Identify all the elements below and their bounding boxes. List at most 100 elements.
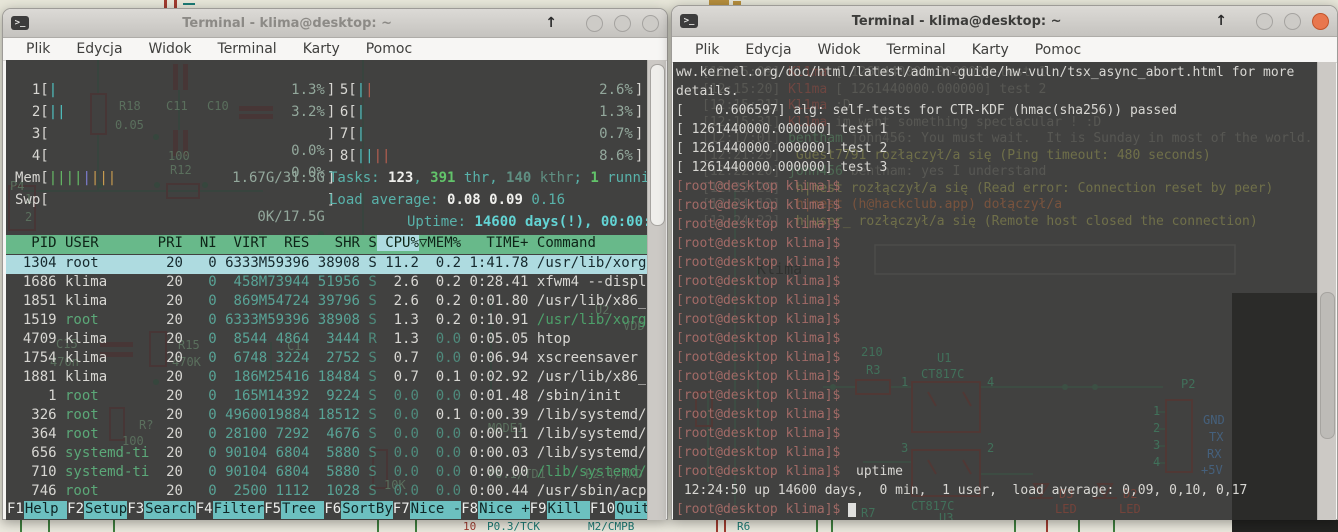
process-row-656[interactable]: 656systemd-ti2009010468045880S0.00.00:00… [6,445,648,464]
schematic-label: +5V [1201,463,1223,477]
menu-item-karty[interactable]: Karty [292,41,351,57]
meter-part: [ [40,192,48,208]
menu-item-widok[interactable]: Widok [807,42,872,58]
schematic-label: 4 [987,375,994,389]
cell-user: klima [57,331,150,347]
fkey-F5[interactable]: F5Tree [264,501,324,519]
cell-ni: 0 [183,369,217,385]
process-row-1[interactable]: 1root200165M143929224S0.00.00:01.48/sbin… [6,388,648,407]
htop-terminal-content[interactable]: R180.05C11C10100R12P412R15470KC15470nC1R… [6,60,651,520]
process-row-1754[interactable]: 1754klima200674832242752S0.70.00:06.94xs… [6,350,648,369]
process-table-header[interactable]: PIDUSERPRINIVIRTRESSHRSCPU%▽MEM%TIME+Com… [6,235,648,254]
process-row-1851[interactable]: 1851klima200869M5472439796S2.60.20:01.80… [6,293,648,312]
cell-pri: 20 [149,388,183,404]
fkey-F1[interactable]: F1Help [7,501,67,519]
right-terminal-scrollbar[interactable] [1317,62,1336,520]
rollup-arrow-icon[interactable]: ↑ [1215,13,1227,29]
cell-pid: 364 [6,426,57,442]
cell-cpu: 1.3 [377,331,419,347]
cell-s: S [360,407,377,423]
process-row-1881[interactable]: 1881klima200186M2541618484S0.70.10:02.92… [6,369,648,388]
schematic-label: 1 [1153,404,1160,418]
menu-item-widok[interactable]: Widok [138,41,203,57]
terminal-line: [root@desktop klima]$ [676,197,840,214]
dark-window-corner [1232,520,1338,532]
terminal-icon: >_ [11,16,29,30]
fkey-F3[interactable]: F3Search [127,501,195,519]
cell-cpu: 0.0 [377,388,419,404]
text-segment: [root@desktop klima]$ [676,369,840,384]
terminal-line: [ 1261440000.000000] test 3 [676,159,887,176]
meter-part: [ [40,170,48,186]
menu-item-pomoc[interactable]: Pomoc [355,41,423,57]
sort-indicator-icon: ▽ [419,235,427,251]
cell-ni: 0 [183,350,217,366]
process-row-746[interactable]: 746root200250011121028S0.00.00:00.44/usr… [6,483,648,502]
fkey-F7[interactable]: F7Nice - [393,501,461,519]
fkey-F10[interactable]: F10Quit [590,501,650,519]
cell-pid: 746 [6,483,57,499]
fkey-F8[interactable]: F8Nice + [461,501,529,519]
text-segment: [ 1261440000.000000] test 3 [676,160,887,175]
text-segment: [root@desktop klima]$ [676,445,840,460]
right-titlebar[interactable]: >_ Terminal - klima@desktop: ~ ↑ [672,6,1337,37]
text-segment: [root@desktop klima]$ [676,464,840,479]
schematic-label: 3 [901,441,908,455]
cell-cpu: 0.0 [377,483,419,499]
close-button[interactable] [1312,13,1329,30]
meter-8: 8[||||8.6%] [323,148,643,165]
fkey-F6[interactable]: F6SortBy [324,501,392,519]
minimize-button[interactable] [1256,13,1273,30]
minimize-button[interactable] [586,15,603,32]
fkey-F4[interactable]: F4Filter [196,501,264,519]
desktop: P0.3/TCKM2/CMPBR610 >_ Terminal - klima@… [0,0,1338,532]
process-row-710[interactable]: 710systemd-ti2009010468045880S0.00.00:00… [6,464,648,483]
left-titlebar[interactable]: >_ Terminal - klima@desktop: ~ ↑ [3,9,667,38]
text-segment: [ 0.606597] alg: self-tests for CTR-KDF … [676,103,1177,118]
cell-pid: 1754 [6,350,57,366]
cell-user: root [57,312,150,328]
fkey-number: F8 [461,501,478,519]
fkey-F9[interactable]: F9Kill [530,501,590,519]
cell-shr: 51956 [309,274,360,290]
fkey-F2[interactable]: F2Setup [67,501,127,519]
meter-part: Swp [15,192,40,209]
menu-item-plik[interactable]: Plik [15,41,61,57]
cell-cmd: Command [528,235,595,251]
cell-user: systemd-ti [57,464,150,480]
process-row-4709[interactable]: 4709klima200854448643444R1.30.00:05.05ht… [6,331,648,350]
menu-item-karty[interactable]: Karty [961,42,1020,58]
process-row-1304[interactable]: 1304root2006333M5939638908S11.20.21:41.7… [6,255,648,274]
maximize-button[interactable] [614,15,631,32]
cell-mem: 0.0 [419,445,461,461]
process-row-1519[interactable]: 1519root2006333M5939638908S1.30.20:10.91… [6,312,648,331]
cell-pri: PRI [149,235,183,251]
cell-pri: 20 [149,255,183,271]
right-scrollbar-thumb[interactable] [1320,292,1335,439]
fkey-number: F1 [7,501,24,519]
cell-res: 59396 [267,255,309,271]
process-row-326[interactable]: 326root200496001988418512S0.00.10:00.39/… [6,407,648,426]
menu-item-terminal[interactable]: Terminal [207,41,288,57]
menu-item-edycja[interactable]: Edycja [65,41,133,57]
menu-item-edycja[interactable]: Edycja [734,42,802,58]
cell-res: 14392 [267,388,309,404]
menu-item-pomoc[interactable]: Pomoc [1024,42,1092,58]
left-terminal-scrollbar[interactable] [647,60,666,520]
process-row-364[interactable]: 364root2002810072924676S0.00.00:00.11/li… [6,426,648,445]
cell-pid: 326 [6,407,57,423]
menu-item-plik[interactable]: Plik [684,42,730,58]
meter-part: [ [40,148,48,164]
rollup-arrow-icon[interactable]: ↑ [545,15,557,31]
text-segment: 123 [388,170,413,186]
menu-item-terminal[interactable]: Terminal [876,42,957,58]
left-scrollbar-thumb[interactable] [650,64,665,226]
close-button[interactable] [642,15,659,32]
cell-virt: 458M [217,274,268,290]
maximize-button[interactable] [1284,13,1301,30]
shell-terminal-content[interactable]: [12:15:09] Kl1ma [ 1261440000.000000] te… [673,62,1317,520]
cell-user: root [57,407,150,423]
meter-part: ||2.6% [357,82,635,99]
schematic-wire [816,520,818,532]
process-row-1686[interactable]: 1686klima200458M7394451956S2.60.20:28.41… [6,274,648,293]
